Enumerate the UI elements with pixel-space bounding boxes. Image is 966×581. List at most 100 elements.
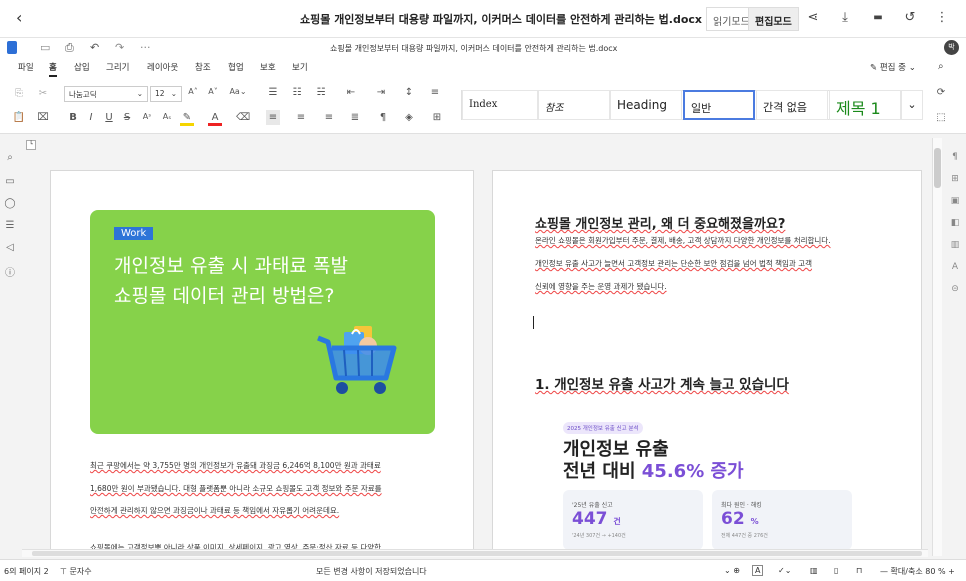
style-no-spacing[interactable]: 간격 없음	[756, 90, 828, 120]
scrollbar-thumb[interactable]	[32, 551, 922, 556]
increase-indent-icon[interactable]: ⇥	[374, 87, 388, 98]
stat-value: 62 %	[721, 509, 759, 529]
horizontal-scrollbar[interactable]	[22, 549, 928, 557]
font-color-icon[interactable]: A	[208, 112, 222, 126]
menu-home[interactable]: 홈	[49, 61, 57, 77]
spellcheck-icon[interactable]: ✓⌄	[778, 566, 791, 575]
comment-icon[interactable]: ▭	[4, 176, 16, 187]
scrollbar-thumb[interactable]	[934, 148, 941, 188]
menu-bar: 파일 홈 삽입 그리기 레이아웃 참조 협업 보호 보기 ✎ 편집 중 ⌄ ⌕	[0, 58, 966, 78]
share-icon[interactable]: ⋖	[804, 10, 822, 25]
paste-icon[interactable]: 📋	[12, 112, 26, 123]
menu-draw[interactable]: 그리기	[106, 61, 129, 73]
format-painter-icon[interactable]: ⌧	[36, 112, 50, 123]
more-icon[interactable]: ⋮	[933, 10, 951, 25]
tab-stop-icon[interactable]: └	[26, 140, 36, 150]
zoom-out-icon[interactable]: —	[880, 567, 891, 576]
borders-icon[interactable]: ⊞	[430, 112, 444, 123]
paragraph-icon[interactable]: ¶	[949, 152, 961, 162]
word-count-button[interactable]: ⊤ 문자수	[60, 566, 92, 577]
shading-icon[interactable]: ◈	[402, 112, 416, 123]
decrease-indent-icon[interactable]: ⇤	[344, 87, 358, 98]
zoom-in-icon[interactable]: +	[946, 567, 955, 576]
italic-button[interactable]: I	[84, 112, 98, 123]
stat-note: '24년 307건 → +140건	[572, 533, 626, 539]
style-reference[interactable]: 참조	[538, 90, 610, 120]
edit-status-dropdown[interactable]: ✎ 편집 중 ⌄	[870, 61, 916, 73]
style-heading-1[interactable]: 제목 1	[829, 90, 901, 120]
menu-view[interactable]: 보기	[292, 61, 308, 73]
change-case-icon[interactable]: Aa⌄	[228, 87, 248, 96]
web-view-icon[interactable]: ⊓	[856, 566, 862, 575]
language-icon[interactable]: ⌄ ⊕	[724, 566, 740, 575]
announce-icon[interactable]: ◁	[4, 242, 16, 253]
style-heading[interactable]: Heading	[610, 90, 682, 120]
find-replace-icon[interactable]: ⟳	[934, 87, 948, 98]
style-index[interactable]: Index	[462, 90, 538, 120]
track-changes-icon[interactable]: A	[752, 565, 764, 576]
clear-format-icon[interactable]: ⌫	[236, 112, 250, 123]
shape-icon[interactable]: ◧	[949, 218, 961, 228]
search-icon[interactable]: ⌕	[938, 61, 944, 72]
chat-icon[interactable]: ◯	[4, 198, 16, 209]
undo-icon[interactable]: ↶	[90, 41, 99, 54]
search-icon[interactable]: ⌕	[4, 152, 16, 163]
stat-note: 전체 447건 중 276건	[721, 533, 768, 539]
grow-font-icon[interactable]: A˄	[186, 87, 200, 96]
bullet-list-icon[interactable]: ☰	[266, 87, 280, 98]
shrink-font-icon[interactable]: A˅	[206, 87, 220, 96]
download-icon[interactable]: ⤓	[836, 10, 854, 25]
save-icon[interactable]: ▭	[40, 41, 50, 54]
single-page-icon[interactable]: ▯	[834, 566, 838, 575]
chart-icon[interactable]: ▥	[949, 240, 961, 250]
vertical-scrollbar[interactable]	[932, 138, 942, 556]
select-icon[interactable]: ⬚	[934, 112, 948, 123]
zoom-control[interactable]: — 확대/축소 80 % +	[880, 566, 955, 577]
style-gallery-expand-icon[interactable]: ⌄	[901, 90, 923, 120]
navigation-icon[interactable]: ☰	[4, 220, 16, 231]
paragraph-style-icon[interactable]: ≡	[428, 87, 442, 98]
font-size-value: 12	[155, 89, 165, 98]
numbered-list-icon[interactable]: ☷	[290, 87, 304, 98]
menu-layout[interactable]: 레이아웃	[147, 61, 178, 73]
multilevel-list-icon[interactable]: ☵	[314, 87, 328, 98]
redo-icon[interactable]: ↷	[115, 41, 124, 54]
lock-icon[interactable]: ⊝	[949, 284, 961, 294]
font-size-select[interactable]: 12 ⌄	[150, 86, 182, 102]
image-icon[interactable]: ▣	[949, 196, 961, 206]
table-icon[interactable]: ⊞	[949, 174, 961, 184]
line-spacing-icon[interactable]: ↕	[402, 87, 416, 98]
pilcrow-icon[interactable]: ¶	[376, 112, 390, 123]
card-title: 개인정보 유출 시 과태료 폭발 쇼핑몰 데이터 관리 방법은?	[114, 251, 348, 311]
menu-protect[interactable]: 보호	[260, 61, 276, 73]
cut-icon[interactable]: ✂	[36, 88, 50, 99]
text-art-icon[interactable]: A	[949, 262, 961, 272]
print-icon[interactable]: ⎙	[65, 41, 74, 55]
align-center-button[interactable]: ≡	[294, 112, 308, 123]
menu-file[interactable]: 파일	[18, 61, 34, 73]
right-sidebar: ¶ ⊞ ▣ ◧ ▥ A ⊝	[944, 134, 966, 559]
more-quick-icon[interactable]: ···	[140, 41, 151, 54]
underline-button[interactable]: U	[102, 112, 116, 123]
font-name-select[interactable]: 나눔고딕 ⌄	[64, 86, 148, 102]
style-normal[interactable]: 일반	[683, 90, 755, 120]
back-icon[interactable]: ‹	[16, 8, 22, 27]
menu-references[interactable]: 참조	[195, 61, 211, 73]
comment-icon[interactable]: ▬	[869, 12, 887, 23]
align-right-button[interactable]: ≡	[322, 112, 336, 123]
avatar[interactable]: 박	[944, 40, 959, 55]
history-icon[interactable]: ↺	[901, 10, 919, 25]
bold-button[interactable]: B	[66, 112, 80, 123]
highlight-color-icon[interactable]: ✎	[180, 112, 194, 126]
strikethrough-button[interactable]: S	[120, 112, 134, 123]
menu-insert[interactable]: 삽입	[74, 61, 90, 73]
copy-icon[interactable]: ⎘	[12, 88, 26, 99]
edit-mode-button[interactable]: 편집모드	[748, 7, 799, 31]
page-view-icon[interactable]: ▥	[810, 566, 818, 575]
superscript-icon[interactable]: Aˢ	[140, 112, 154, 121]
info-icon[interactable]: ⓘ	[4, 264, 16, 279]
align-left-button[interactable]: ≡	[266, 110, 280, 125]
subscript-icon[interactable]: Aₛ	[160, 112, 174, 121]
menu-collaborate[interactable]: 협업	[228, 61, 244, 73]
justify-button[interactable]: ≣	[348, 112, 362, 123]
